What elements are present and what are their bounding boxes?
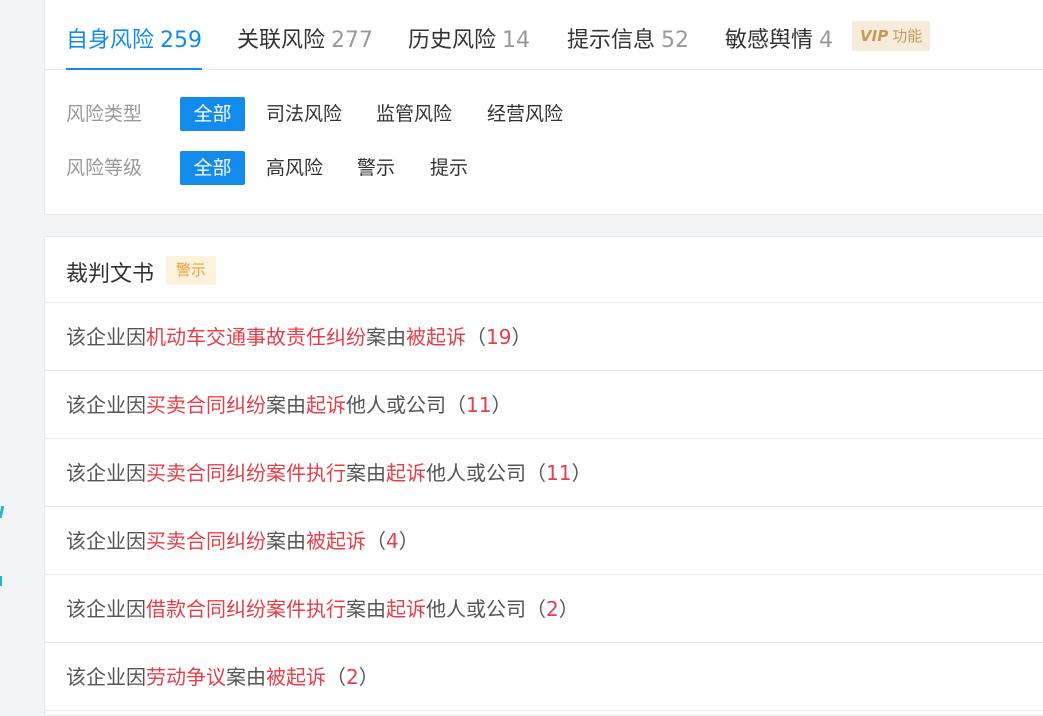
risk-prefix: 该企业因 [66,665,146,689]
risk-filter-card: 自身风险 259 关联风险 277 历史风险 14 提示信息 52 敏感舆情 4 VIP 功… [44,0,1043,215]
section-header: 裁判文书 警示 [45,237,1043,303]
list-item[interactable]: 该企业因买卖合同纠纷案由被起诉（4） [45,507,1043,575]
risk-paren-open: （ [446,393,466,417]
risk-level-filter: 风险等级 全部 高风险 警示 提示 [45,151,1043,185]
filter-option-operational[interactable]: 经营风险 [487,97,563,131]
tab-count: 277 [331,28,374,53]
list-item[interactable]: 该企业因买卖合同纠纷案件执行案由起诉他人或公司（11） [45,439,1043,507]
risk-paren-open: （ [526,461,546,485]
risk-paren-open: （ [466,325,486,349]
filter-option-regulatory[interactable]: 监管风险 [376,97,452,131]
risk-tabs: 自身风险 259 关联风险 277 历史风险 14 提示信息 52 敏感舆情 4 VIP 功… [45,0,1043,70]
risk-action: 被起诉 [406,325,466,349]
risk-prefix: 该企业因 [66,597,146,621]
judgment-documents-card: 裁判文书 警示 该企业因机动车交通事故责任纠纷案由被起诉（19） 该企业因买卖合… [44,236,1043,716]
risk-paren-close: ） [358,665,379,689]
tab-label: 历史风险 [408,28,497,53]
risk-prefix: 该企业因 [66,393,146,417]
tab-label: 敏感舆情 [725,28,814,53]
edge-decoration [0,576,2,586]
risk-description: 该企业因借款合同纠纷案件执行案由起诉他人或公司（2） [66,595,579,623]
list-item[interactable]: 该企业因借款合同纠纷案件执行案由起诉他人或公司（2） [45,575,1043,643]
risk-mid: 案由 [226,665,266,689]
section-title: 裁判文书 [66,262,155,287]
filter-option-all[interactable]: 全部 [180,97,245,131]
tab-history-risk[interactable]: 历史风险 14 [408,22,530,70]
list-item[interactable]: 该企业因劳动争议案由被起诉（2） [45,643,1043,711]
risk-action: 起诉 [306,393,346,417]
risk-reason: 借款合同纠纷案件执行 [146,597,346,621]
risk-count: 2 [546,597,559,621]
risk-paren-close: ） [398,529,419,553]
vip-feature-badge[interactable]: VIP 功能 [852,21,931,51]
risk-prefix: 该企业因 [66,325,146,349]
risk-paren-close: ） [491,393,512,417]
risk-list: 该企业因机动车交通事故责任纠纷案由被起诉（19） 该企业因买卖合同纠纷案由起诉他… [45,303,1043,711]
risk-mid: 案由 [346,461,386,485]
risk-description: 该企业因劳动争议案由被起诉（2） [66,663,379,691]
risk-count: 11 [546,461,572,485]
risk-paren-close: ） [558,597,579,621]
risk-count: 2 [346,665,359,689]
vip-label: VIP [860,27,889,45]
warning-tag: 警示 [166,256,217,285]
risk-description: 该企业因买卖合同纠纷案由起诉他人或公司（11） [66,391,511,419]
risk-suffix: 他人或公司 [426,461,526,485]
tab-sensitive-news[interactable]: 敏感舆情 4 [725,22,833,70]
list-item[interactable]: 该企业因机动车交通事故责任纠纷案由被起诉（19） [45,303,1043,371]
filter-option-all[interactable]: 全部 [180,151,245,185]
risk-paren-open: （ [326,665,346,689]
tab-label: 提示信息 [567,28,656,53]
risk-action: 被起诉 [266,665,326,689]
tab-count: 4 [819,28,834,53]
tab-count: 14 [502,28,531,53]
risk-paren-open: （ [366,529,386,553]
risk-description: 该企业因买卖合同纠纷案由被起诉（4） [66,527,419,555]
risk-count: 19 [486,325,512,349]
risk-mid: 案由 [346,597,386,621]
risk-mid: 案由 [366,325,406,349]
risk-reason: 机动车交通事故责任纠纷 [146,325,366,349]
tab-label: 关联风险 [237,28,326,53]
risk-count: 11 [466,393,492,417]
risk-count: 4 [386,529,399,553]
risk-reason: 买卖合同纠纷 [146,393,266,417]
risk-suffix: 他人或公司 [426,597,526,621]
tab-self-risk[interactable]: 自身风险 259 [66,22,203,70]
filter-label: 风险等级 [66,157,143,179]
vip-feature-text: 功能 [892,27,923,45]
risk-reason: 劳动争议 [146,665,226,689]
risk-paren-close: ） [511,325,532,349]
filter-option-warning[interactable]: 警示 [357,151,395,185]
risk-action: 起诉 [386,597,426,621]
filter-option-high-risk[interactable]: 高风险 [266,151,323,185]
filter-option-judicial[interactable]: 司法风险 [266,97,342,131]
tab-label: 自身风险 [66,28,155,53]
risk-action: 起诉 [386,461,426,485]
risk-prefix: 该企业因 [66,461,146,485]
risk-paren-close: ） [571,461,592,485]
risk-mid: 案由 [266,393,306,417]
risk-suffix: 他人或公司 [346,393,446,417]
risk-action: 被起诉 [306,529,366,553]
risk-description: 该企业因买卖合同纠纷案件执行案由起诉他人或公司（11） [66,459,591,487]
risk-reason: 买卖合同纠纷案件执行 [146,461,346,485]
risk-mid: 案由 [266,529,306,553]
tab-hint-info[interactable]: 提示信息 52 [567,22,689,70]
risk-paren-open: （ [526,597,546,621]
tab-related-risk[interactable]: 关联风险 277 [237,22,373,70]
filter-option-hint[interactable]: 提示 [430,151,468,185]
risk-type-filter: 风险类型 全部 司法风险 监管风险 经营风险 [45,97,1043,131]
risk-reason: 买卖合同纠纷 [146,529,266,553]
tab-count: 259 [160,28,203,53]
risk-prefix: 该企业因 [66,529,146,553]
list-item[interactable]: 该企业因买卖合同纠纷案由起诉他人或公司（11） [45,371,1043,439]
risk-description: 该企业因机动车交通事故责任纠纷案由被起诉（19） [66,323,531,351]
tab-count: 52 [661,28,690,53]
edge-decoration [0,506,5,518]
filter-label: 风险类型 [66,103,143,125]
